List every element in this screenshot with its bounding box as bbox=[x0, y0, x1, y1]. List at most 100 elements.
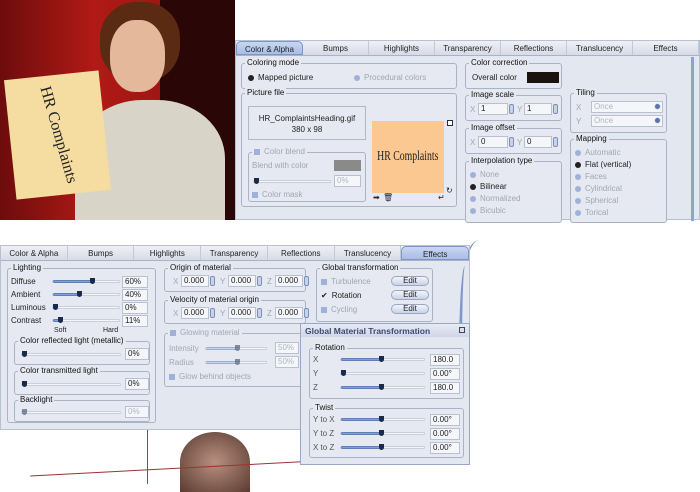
color-blend-checkbox[interactable]: Color blend bbox=[252, 147, 307, 156]
tab-transparency[interactable]: Transparency bbox=[435, 41, 501, 55]
glow-behind-checkbox[interactable]: Glow behind objects bbox=[169, 372, 251, 381]
backlight-slider[interactable] bbox=[21, 409, 121, 415]
radio-mapped-picture[interactable]: Mapped picture bbox=[248, 73, 313, 82]
rotation-slider[interactable] bbox=[340, 384, 425, 390]
tab-reflections[interactable]: Reflections bbox=[268, 246, 335, 260]
slider-knob[interactable] bbox=[379, 384, 385, 390]
load-arrow-icon[interactable]: ➡ bbox=[373, 193, 380, 202]
lighting-slider-contrast[interactable] bbox=[52, 317, 120, 323]
backlight-value[interactable]: 0% bbox=[125, 406, 149, 418]
slider-knob[interactable] bbox=[89, 278, 95, 284]
return-icon[interactable]: ↵ bbox=[438, 193, 445, 202]
transmitted-slider[interactable] bbox=[21, 381, 121, 387]
slider-knob[interactable] bbox=[22, 381, 27, 387]
lighting-value[interactable]: 11% bbox=[122, 315, 148, 327]
spin-icon[interactable] bbox=[304, 308, 309, 318]
twist-value[interactable]: 0.00° bbox=[430, 414, 460, 426]
tab-effects[interactable]: Effects bbox=[633, 41, 699, 55]
radio-automatic[interactable]: Automatic bbox=[575, 148, 621, 157]
turbulence-checkbox[interactable]: Turbulence bbox=[321, 277, 371, 286]
lighting-value[interactable]: 60% bbox=[122, 276, 148, 288]
scale-x-input[interactable]: 1 bbox=[478, 103, 508, 115]
radio-torical[interactable]: Torical bbox=[575, 208, 608, 217]
radio-cylindrical[interactable]: Cylindrical bbox=[575, 184, 622, 193]
rotation-value[interactable]: 180.0 bbox=[430, 382, 460, 394]
tab-color-alpha[interactable]: Color & Alpha bbox=[1, 246, 68, 260]
offset-x-input[interactable]: 0 bbox=[478, 136, 508, 148]
spin-icon[interactable] bbox=[304, 276, 309, 286]
tab-bumps[interactable]: Bumps bbox=[68, 246, 135, 260]
tab-highlights[interactable]: Highlights bbox=[134, 246, 202, 260]
radio-spherical[interactable]: Spherical bbox=[575, 196, 618, 205]
edit-turbulence-button[interactable]: Edit bbox=[391, 276, 429, 286]
spin-icon[interactable] bbox=[210, 308, 215, 318]
radio-faces[interactable]: Faces bbox=[575, 172, 607, 181]
tab-bumps[interactable]: Bumps bbox=[303, 41, 369, 55]
reflected-slider[interactable] bbox=[21, 351, 121, 357]
tiling-x-select[interactable]: Once bbox=[591, 101, 663, 113]
rotation-value[interactable]: 0.00° bbox=[430, 368, 460, 380]
spin-icon[interactable] bbox=[210, 276, 215, 286]
overall-color-swatch[interactable] bbox=[527, 72, 559, 83]
velocity-x-input[interactable]: 0.000 bbox=[181, 307, 209, 319]
radio-normalized[interactable]: Normalized bbox=[470, 194, 520, 203]
slider-knob[interactable] bbox=[76, 291, 82, 297]
origin-x-input[interactable]: 0.000 bbox=[181, 275, 209, 287]
slider-knob[interactable] bbox=[379, 444, 385, 450]
tab-color-alpha[interactable]: Color & Alpha bbox=[236, 41, 303, 55]
spin-icon[interactable] bbox=[553, 137, 558, 147]
slider-knob[interactable] bbox=[53, 304, 58, 310]
intensity-slider[interactable] bbox=[205, 345, 267, 351]
velocity-y-input[interactable]: 0.000 bbox=[228, 307, 256, 319]
lighting-slider-luminous[interactable] bbox=[52, 304, 120, 310]
rotation-checkbox[interactable]: ✔ Rotation bbox=[321, 291, 362, 300]
reflected-value[interactable]: 0% bbox=[125, 348, 149, 360]
dropdown-icon[interactable] bbox=[654, 117, 661, 124]
color-mask-checkbox[interactable]: Color mask bbox=[252, 190, 302, 199]
slider-knob[interactable] bbox=[379, 430, 385, 436]
radio-bicubic[interactable]: Bicubic bbox=[470, 206, 506, 215]
blend-color-swatch[interactable] bbox=[334, 160, 361, 171]
lighting-value[interactable]: 0% bbox=[122, 302, 148, 314]
dropdown-icon[interactable] bbox=[654, 103, 661, 110]
cycling-checkbox[interactable]: Cycling bbox=[321, 305, 357, 314]
tab-translucency[interactable]: Translucency bbox=[567, 41, 633, 55]
velocity-z-input[interactable]: 0.000 bbox=[275, 307, 303, 319]
spin-icon[interactable] bbox=[257, 276, 262, 286]
tab-reflections[interactable]: Reflections bbox=[501, 41, 567, 55]
radio-bilinear[interactable]: Bilinear bbox=[470, 182, 507, 191]
offset-y-input[interactable]: 0 bbox=[524, 136, 552, 148]
intensity-value[interactable]: 50% bbox=[275, 342, 299, 354]
tab-effects[interactable]: Effects bbox=[401, 246, 470, 260]
slider-knob[interactable] bbox=[234, 345, 240, 351]
delete-icon[interactable]: 🗑 bbox=[383, 193, 393, 202]
origin-y-input[interactable]: 0.000 bbox=[228, 275, 256, 287]
slider-knob[interactable] bbox=[254, 178, 259, 184]
radius-slider[interactable] bbox=[205, 359, 267, 365]
rotation-slider[interactable] bbox=[340, 356, 425, 362]
twist-value[interactable]: 0.00° bbox=[430, 428, 460, 440]
expand-icon[interactable] bbox=[447, 120, 453, 126]
twist-slider[interactable] bbox=[340, 444, 425, 450]
glowing-material-checkbox[interactable]: Glowing material bbox=[168, 328, 242, 337]
rotation-slider[interactable] bbox=[340, 370, 425, 376]
slider-knob[interactable] bbox=[234, 359, 240, 365]
twist-slider[interactable] bbox=[340, 416, 425, 422]
dialog-titlebar[interactable]: Global Material Transformation bbox=[301, 324, 469, 337]
radius-value[interactable]: 50% bbox=[275, 356, 299, 368]
rotation-value[interactable]: 180.0 bbox=[430, 354, 460, 366]
edit-cycling-button[interactable]: Edit bbox=[391, 304, 429, 314]
spin-icon[interactable] bbox=[509, 104, 514, 114]
dialog-close-icon[interactable] bbox=[459, 327, 465, 333]
lighting-slider-ambient[interactable] bbox=[52, 291, 120, 297]
slider-knob[interactable] bbox=[22, 409, 27, 415]
edit-rotation-button[interactable]: Edit bbox=[391, 290, 429, 300]
radio-none[interactable]: None bbox=[470, 170, 499, 179]
radio-flat-vertical[interactable]: Flat (vertical) bbox=[575, 160, 631, 169]
tab-transparency[interactable]: Transparency bbox=[201, 246, 268, 260]
tab-highlights[interactable]: Highlights bbox=[369, 41, 435, 55]
origin-z-input[interactable]: 0.000 bbox=[275, 275, 303, 287]
blend-slider[interactable] bbox=[253, 178, 331, 184]
spin-icon[interactable] bbox=[257, 308, 262, 318]
tab-translucency[interactable]: Translucency bbox=[335, 246, 402, 260]
